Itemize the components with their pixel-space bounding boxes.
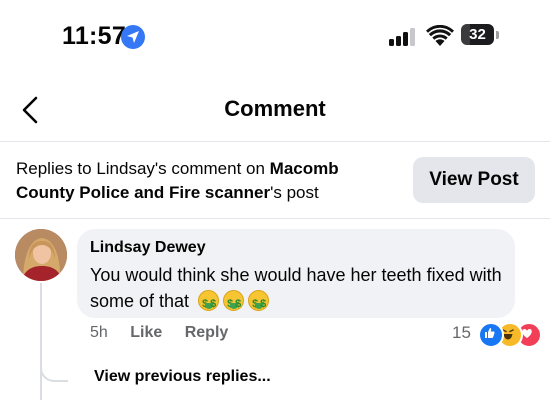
like-button[interactable]: Like [130,324,162,341]
reaction-count[interactable]: 15 [452,323,471,343]
avatar[interactable] [15,229,67,281]
comment-text: You would think she would have her teeth… [90,262,510,317]
comment-time: 5h [90,324,108,341]
money-mouth-face-icon [198,290,220,317]
battery-level: 32 [469,26,486,43]
location-arrow-icon [121,25,145,49]
view-previous-replies-link[interactable]: View previous replies... [94,368,271,386]
reply-context-text: Replies to Lindsay's comment on Macomb C… [16,157,396,205]
cellular-signal-icon [389,28,417,46]
comment-bubble[interactable]: Lindsay Dewey You would think she would … [77,229,515,318]
view-post-button[interactable]: View Post [413,157,535,203]
status-time: 11:57 [62,22,127,50]
comment-actions: 5h Like Reply [90,324,246,342]
battery-icon: 32 [461,24,499,46]
context-suffix: 's post [270,183,319,202]
money-mouth-face-icon [248,290,270,317]
header-divider [0,141,550,142]
comment-author[interactable]: Lindsay Dewey [90,239,206,257]
context-divider [0,218,550,219]
context-prefix: Replies to Lindsay's comment on [16,159,270,178]
navigation-bar: Comment [0,80,550,140]
thread-branch [40,340,68,382]
wifi-icon [426,24,454,52]
comment-body: You would think she would have her teeth… [90,265,502,311]
money-mouth-face-icon [223,290,245,317]
status-bar: 11:57 32 [0,0,550,72]
reaction-icons[interactable] [478,322,542,348]
reply-button[interactable]: Reply [185,324,229,341]
like-reaction-icon [478,322,504,348]
page-title: Comment [224,96,326,121]
